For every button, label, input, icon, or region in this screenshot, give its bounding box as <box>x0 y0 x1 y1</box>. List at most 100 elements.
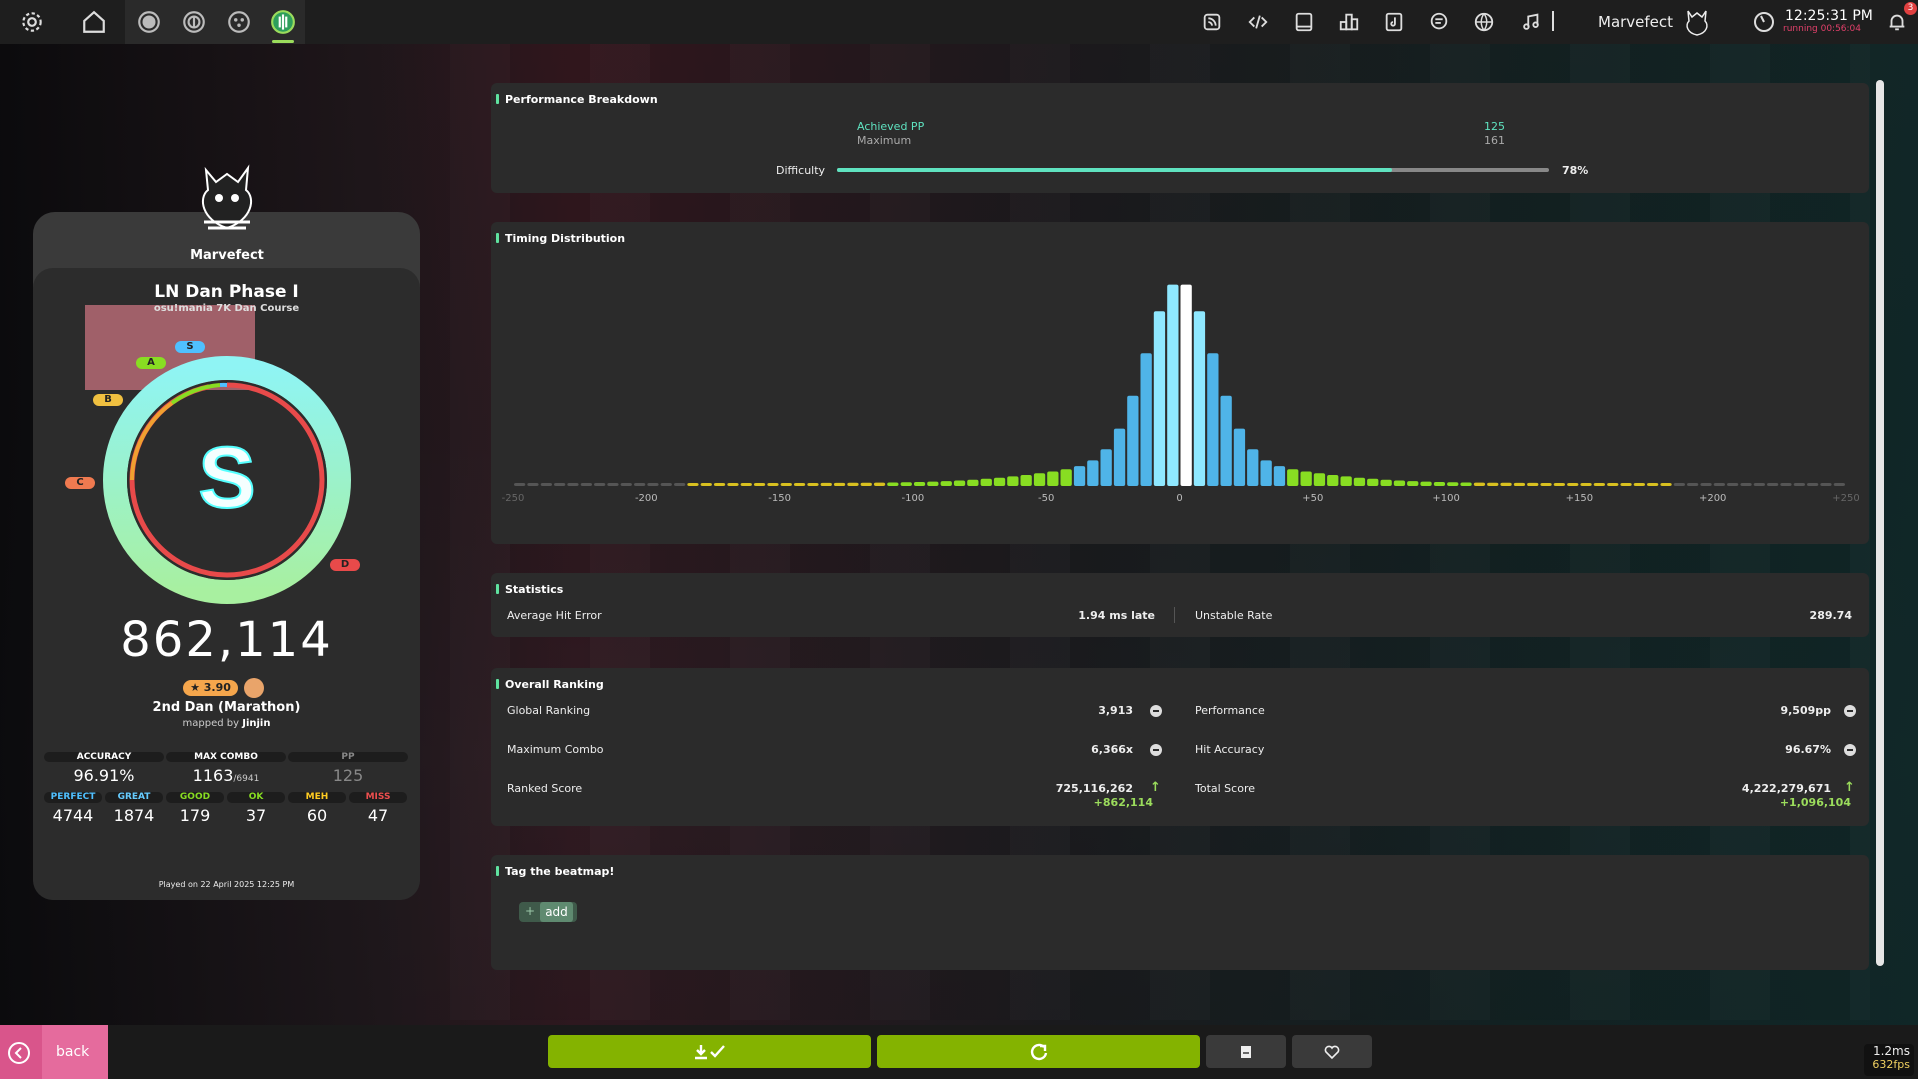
histogram-bar <box>1233 428 1246 486</box>
retry-button[interactable] <box>877 1035 1200 1068</box>
histogram-bar <box>1500 482 1512 486</box>
max-combo-value: 1163/6941 <box>192 766 260 785</box>
player-name[interactable]: Marvefect <box>160 248 294 263</box>
statistics-panel: Statistics Average Hit Error 1.94 ms lat… <box>491 573 1869 637</box>
histogram-bar <box>820 482 832 486</box>
view-scoreboard-button[interactable] <box>1206 1035 1286 1068</box>
histogram-bar <box>993 477 1006 486</box>
rankings-icon[interactable] <box>1338 9 1360 35</box>
histogram-bar <box>1340 476 1352 486</box>
histogram-axis-label: +200 <box>1699 493 1726 504</box>
judgement-ok-label: OK <box>227 792 285 803</box>
user-avatar-icon[interactable] <box>1680 5 1714 39</box>
difficulty-percent: 78% <box>1562 164 1589 177</box>
max-combo-label: MAX COMBO <box>166 752 286 762</box>
histogram-bar <box>927 481 939 486</box>
histogram-bar <box>1033 473 1046 486</box>
histogram-bar <box>727 483 739 486</box>
histogram-bar <box>634 483 646 486</box>
unchanged-icon <box>1150 744 1162 756</box>
beatmap-title: LN Dan Phase I <box>154 282 299 302</box>
avg-hit-error-label: Average Hit Error <box>507 609 602 622</box>
news-icon[interactable] <box>1201 9 1223 35</box>
now-playing-icon[interactable] <box>1520 9 1542 35</box>
histogram-bar <box>1820 483 1832 486</box>
download-replay-button[interactable] <box>548 1035 871 1068</box>
max-combo-rank-value: 6,366x <box>1091 743 1133 756</box>
histogram-bar <box>1420 481 1432 486</box>
timing-distribution-panel: Timing Distribution -250 -200 -150 -100 -50 0… <box>491 222 1869 544</box>
histogram-bar <box>1727 483 1739 486</box>
avg-hit-error-value: 1.94 ms late <box>1078 609 1155 622</box>
clock-icon[interactable] <box>1752 9 1776 35</box>
unchanged-icon <box>1844 744 1856 756</box>
favourite-button[interactable] <box>1292 1035 1372 1068</box>
add-tag-button[interactable]: + add <box>519 902 577 922</box>
histogram-bar <box>1247 449 1259 486</box>
histogram-bar <box>913 482 926 486</box>
ruleset-catch-icon[interactable] <box>226 9 252 35</box>
ruleset-taiko-icon[interactable] <box>181 9 207 35</box>
histogram-bar <box>1793 483 1805 486</box>
timing-distribution-title: Timing Distribution <box>495 232 626 245</box>
player-avatar[interactable] <box>186 162 268 236</box>
histogram-bar <box>1780 483 1792 486</box>
maximum-pp-label: Maximum <box>857 134 912 147</box>
histogram-bar <box>607 483 619 486</box>
histogram-bar <box>1513 482 1526 486</box>
judgement-great-value: 1874 <box>113 806 155 825</box>
histogram-bar <box>1687 483 1699 486</box>
session-running-time: running 00:56:04 <box>1783 24 1862 34</box>
document-icon <box>1241 1046 1251 1058</box>
grade-pill-b: B <box>93 394 123 406</box>
histogram-axis-label: -250 <box>502 493 525 504</box>
performance-value: 9,509pp <box>1780 704 1831 717</box>
histogram-bar <box>1193 311 1206 486</box>
histogram-bar <box>1580 483 1592 486</box>
histogram-axis-label: -150 <box>768 493 791 504</box>
histogram-bar <box>674 483 686 486</box>
ruleset-osu-icon[interactable] <box>136 9 162 35</box>
histogram-bar <box>1713 483 1725 486</box>
histogram-bar <box>527 483 539 486</box>
histogram-bar <box>1407 481 1419 486</box>
judgement-meh-label: MEH <box>288 792 346 803</box>
histogram-bar <box>753 483 766 486</box>
histogram-bar <box>1740 483 1752 486</box>
devtools-icon[interactable] <box>1247 9 1269 35</box>
beatmap-listing-icon[interactable] <box>1383 9 1405 35</box>
difficulty-bar-track <box>837 168 1549 172</box>
histogram-bar <box>647 483 659 486</box>
tablet-icon[interactable] <box>1293 9 1315 35</box>
histogram-bar <box>1367 478 1379 486</box>
bell-icon[interactable] <box>1886 9 1908 35</box>
performance-label: Performance <box>1195 704 1265 717</box>
gear-icon[interactable] <box>19 9 45 35</box>
toolbar-username[interactable]: Marvefect <box>1598 13 1673 31</box>
total-score: 862,114 <box>120 612 333 668</box>
histogram-bar <box>807 483 819 486</box>
home-icon[interactable] <box>81 9 107 35</box>
dashboard-icon[interactable] <box>1473 9 1495 35</box>
toolbar-separator <box>1552 11 1554 31</box>
histogram-bar <box>887 482 899 486</box>
accuracy-ring: S <box>103 356 351 604</box>
total-score-label: Total Score <box>1195 782 1255 795</box>
add-tag-label: add <box>540 902 573 922</box>
histogram-bar <box>1167 284 1179 486</box>
histogram-bar <box>540 483 552 486</box>
histogram-bar <box>1047 471 1059 486</box>
ruleset-mania-icon[interactable] <box>270 9 296 35</box>
arrow-up-icon: ↑ <box>1844 780 1855 795</box>
histogram-bar <box>620 483 632 486</box>
results-scrollbar[interactable] <box>1876 80 1884 966</box>
back-button-icon-area[interactable] <box>0 1025 42 1079</box>
histogram-bar <box>660 483 672 486</box>
pp-label: PP <box>288 752 408 762</box>
judgement-good-value: 179 <box>179 806 211 825</box>
heart-icon <box>1324 1045 1340 1060</box>
chat-icon[interactable] <box>1428 9 1450 35</box>
histogram-bar <box>1660 483 1672 486</box>
histogram-bar <box>580 483 592 486</box>
mapper-name[interactable]: Jinjin <box>242 718 270 729</box>
